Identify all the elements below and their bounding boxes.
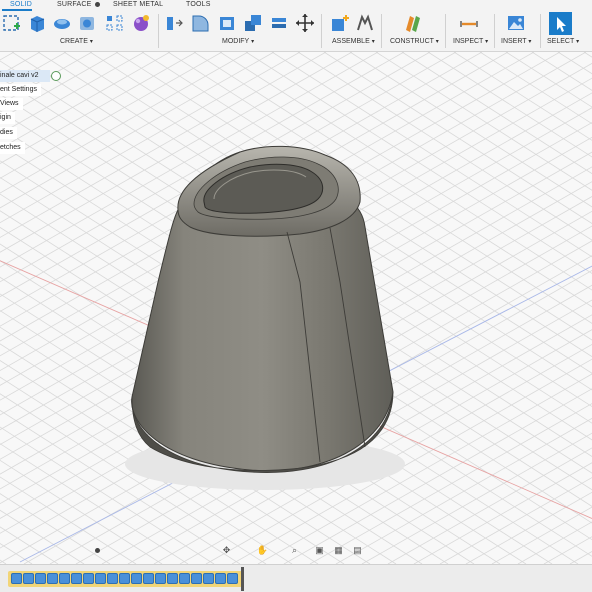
timeline-feature-icon[interactable] xyxy=(59,573,70,584)
assemble-caret-icon: ▾ xyxy=(371,39,375,45)
construct-menu[interactable]: CONSTRUCT ▾ xyxy=(390,38,439,45)
shell-icon[interactable] xyxy=(217,13,237,33)
select-label: SELECT xyxy=(547,38,575,45)
extrude-icon[interactable] xyxy=(27,13,47,33)
tree-item-sketches[interactable]: etches xyxy=(0,142,25,154)
modify-label: MODIFY xyxy=(222,38,250,45)
timeline-feature-icon[interactable] xyxy=(47,573,58,584)
timeline-feature-icon[interactable] xyxy=(167,573,178,584)
tab-tools[interactable]: TOOLS xyxy=(186,1,211,8)
toolbar: SOLID SURFACE SHEET METAL TOOLS CREATE ▾… xyxy=(0,0,592,52)
timeline-feature-icon[interactable] xyxy=(131,573,142,584)
insert-menu[interactable]: INSERT ▾ xyxy=(501,38,531,45)
offset-plane-icon[interactable] xyxy=(403,13,423,33)
timeline-feature-icon[interactable] xyxy=(227,573,238,584)
joint-icon[interactable] xyxy=(355,13,375,33)
timeline-feature-icon[interactable] xyxy=(35,573,46,584)
timeline-feature-icon[interactable] xyxy=(83,573,94,584)
active-tab-underline xyxy=(2,9,32,11)
timeline-feature-icon[interactable] xyxy=(11,573,22,584)
divider xyxy=(158,14,159,48)
form-icon[interactable] xyxy=(131,13,151,33)
modify-caret-icon: ▾ xyxy=(251,39,255,45)
measure-icon[interactable] xyxy=(459,13,479,33)
timeline-feature-icon[interactable] xyxy=(155,573,166,584)
select-cursor-icon xyxy=(557,17,566,32)
navigation-bar: ✥ ✋ ⌕ ▣ ▦ ▤ xyxy=(218,543,368,557)
browser-header xyxy=(0,56,104,66)
combine-icon[interactable] xyxy=(243,13,263,33)
viewport-canvas[interactable] xyxy=(0,52,592,564)
divider xyxy=(445,14,446,48)
divider xyxy=(494,14,495,48)
assemble-menu[interactable]: ASSEMBLE ▾ xyxy=(332,38,375,45)
pan-icon[interactable]: ✋ xyxy=(256,544,269,556)
inspect-menu[interactable]: INSPECT ▾ xyxy=(453,38,488,45)
tab-solid[interactable]: SOLID xyxy=(10,1,32,8)
tab-sheet-metal[interactable]: SHEET METAL xyxy=(113,1,163,8)
timeline-marker[interactable] xyxy=(241,567,244,591)
comments-options-icon[interactable] xyxy=(95,548,100,553)
inspect-label: INSPECT xyxy=(453,38,484,45)
insert-image-icon[interactable] xyxy=(506,13,526,33)
create-menu[interactable]: CREATE ▾ xyxy=(60,38,93,45)
construct-caret-icon: ▾ xyxy=(435,39,439,45)
zoom-icon[interactable]: ⌕ xyxy=(288,544,301,556)
design-timeline xyxy=(0,564,592,592)
divider xyxy=(321,14,322,48)
tree-item-bodies[interactable]: dies xyxy=(0,127,17,139)
orbit-icon[interactable]: ✥ xyxy=(220,544,233,556)
check-icon xyxy=(51,71,61,81)
timeline-track xyxy=(8,571,242,587)
browser-options-icon[interactable] xyxy=(95,2,100,7)
tree-item-origin[interactable]: igin xyxy=(0,112,15,124)
press-pull-icon[interactable] xyxy=(164,13,184,33)
viewports-icon[interactable]: ▤ xyxy=(351,544,364,556)
move-icon[interactable] xyxy=(295,13,315,33)
tree-item-document-settings[interactable]: ent Settings xyxy=(0,84,41,96)
timeline-feature-icon[interactable] xyxy=(215,573,226,584)
modify-menu[interactable]: MODIFY ▾ xyxy=(222,38,254,45)
timeline-feature-icon[interactable] xyxy=(203,573,214,584)
timeline-feature-icon[interactable] xyxy=(179,573,190,584)
fillet-icon[interactable] xyxy=(190,13,210,33)
select-menu[interactable]: SELECT ▾ xyxy=(547,38,579,45)
select-caret-icon: ▾ xyxy=(576,39,580,45)
tab-surface[interactable]: SURFACE xyxy=(57,1,91,8)
assemble-label: ASSEMBLE xyxy=(332,38,370,45)
timeline-feature-icon[interactable] xyxy=(23,573,34,584)
divider xyxy=(540,14,541,48)
divider xyxy=(381,14,382,48)
timeline-feature-icon[interactable] xyxy=(119,573,130,584)
sweep-icon[interactable] xyxy=(77,13,97,33)
construct-label: CONSTRUCT xyxy=(390,38,434,45)
timeline-feature-icon[interactable] xyxy=(143,573,154,584)
timeline-feature-icon[interactable] xyxy=(71,573,82,584)
insert-caret-icon: ▾ xyxy=(528,39,532,45)
create-label: CREATE xyxy=(60,38,88,45)
align-icon[interactable] xyxy=(269,13,289,33)
timeline-feature-icon[interactable] xyxy=(107,573,118,584)
timeline-feature-icon[interactable] xyxy=(95,573,106,584)
new-component-icon[interactable] xyxy=(330,13,350,33)
document-root-item[interactable]: inale cavi v2 xyxy=(0,70,50,82)
display-settings-icon[interactable]: ▣ xyxy=(313,544,326,556)
pattern-icon[interactable] xyxy=(105,13,125,33)
insert-label: INSERT xyxy=(501,38,527,45)
grid-settings-icon[interactable]: ▦ xyxy=(332,544,345,556)
new-sketch-icon[interactable] xyxy=(2,13,22,33)
tree-item-named-views[interactable]: Views xyxy=(0,98,23,110)
inspect-caret-icon: ▾ xyxy=(485,39,489,45)
create-caret-icon: ▾ xyxy=(89,39,93,45)
timeline-feature-icon[interactable] xyxy=(191,573,202,584)
select-button[interactable] xyxy=(549,12,572,35)
viewport-scene xyxy=(0,52,592,564)
revolve-icon[interactable] xyxy=(52,13,72,33)
